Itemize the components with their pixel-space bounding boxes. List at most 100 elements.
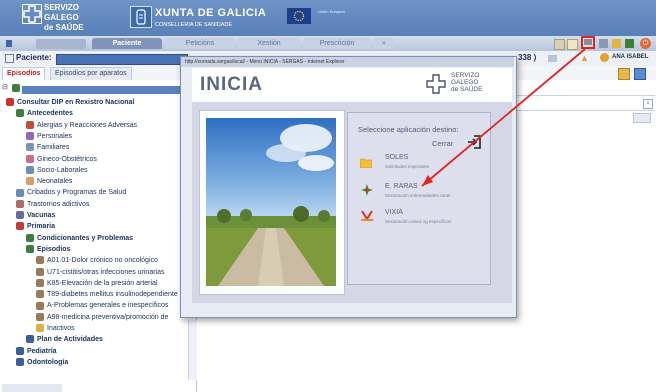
- xunta-shield-icon: [130, 6, 152, 28]
- dialog-logo-line1: SERVIZO: [451, 72, 480, 79]
- export-icon[interactable]: [634, 68, 646, 80]
- tree-item-label: Personales: [37, 132, 73, 140]
- tree-item[interactable]: Personales: [26, 131, 72, 142]
- tree-item-icon: [26, 233, 34, 242]
- tree-item[interactable]: Antecedentes: [16, 108, 73, 119]
- tree-item[interactable]: Alergias y Reacciones Adversas: [26, 120, 137, 131]
- tree-item-label: Condicionantes y Problemas: [37, 234, 134, 242]
- star-icon[interactable]: [612, 39, 621, 48]
- tree-item[interactable]: Socio-Laborales: [26, 165, 88, 176]
- tree-item-icon: [36, 267, 44, 276]
- nav-home-icon[interactable]: [6, 40, 12, 47]
- cerrar-link[interactable]: Cerrar: [432, 139, 453, 148]
- tree-item[interactable]: Episodios: [26, 244, 70, 255]
- tree-item[interactable]: Gineco-Obstétricos: [26, 154, 97, 165]
- app-vixia[interactable]: VIXIA: [385, 209, 403, 216]
- print-icon[interactable]: [618, 68, 630, 80]
- tree-item-icon: [36, 312, 44, 321]
- tree-item-icon: [36, 290, 44, 299]
- folder-icon[interactable]: [554, 39, 565, 50]
- warning-icon[interactable]: ▲: [580, 53, 589, 63]
- tree-item-label: Vacunas: [27, 212, 56, 219]
- tab-paciente[interactable]: Paciente: [92, 38, 162, 49]
- tree-item[interactable]: Condicionantes y Problemas: [26, 233, 133, 244]
- tree-item-label: Trastornos adictivos: [27, 200, 90, 208]
- tree-item-icon: [16, 109, 24, 118]
- tab-xestion[interactable]: Xestión: [238, 38, 300, 49]
- dialog-titlebar: http://xornada.sergas/local/ - Menú INIC…: [181, 57, 514, 67]
- app-soles-desc: Solicitudes especiales: [385, 164, 430, 169]
- tree-item-icon: [16, 188, 24, 197]
- app-soles[interactable]: SOLES: [385, 154, 408, 161]
- tree-item-label: Familiares: [37, 144, 70, 152]
- tree-item[interactable]: Familiares: [26, 142, 69, 153]
- tree-item[interactable]: Cribados y Programas de Salud: [16, 187, 126, 198]
- app-e-raras[interactable]: E. RARAS: [385, 183, 418, 190]
- user-avatar: [600, 53, 609, 62]
- tree-item-icon: [26, 165, 34, 174]
- tab-episodios[interactable]: Episodios: [2, 67, 46, 80]
- tab-episodios-por-aparatos[interactable]: Episodios por aparatos: [50, 67, 132, 80]
- servizo-line1: SERVIZO: [44, 3, 79, 12]
- servizo-line3: de SAÚDE: [44, 23, 84, 32]
- patient-name-field[interactable]: [56, 54, 188, 65]
- tree-item-icon: [26, 335, 34, 344]
- tree-item-label: A01.01-Dolor crónico no oncológico: [47, 257, 158, 265]
- tree-item-icon: [6, 98, 14, 107]
- tree-item[interactable]: Odontología: [16, 357, 68, 368]
- landscape-photo: [206, 118, 336, 286]
- tree-item[interactable]: K85-Elevación de la presión arterial: [36, 278, 158, 289]
- tab-peticions[interactable]: Peticións: [165, 38, 235, 49]
- tree-item-icon: [16, 199, 24, 208]
- tree-item[interactable]: A01.01-Dolor crónico no oncológico: [36, 255, 158, 266]
- tree-item[interactable]: A98-medicina preventiva/promoción de: [36, 312, 168, 323]
- tree-scrollbar[interactable]: [188, 320, 197, 380]
- tab-prescricion[interactable]: Prescrición: [303, 38, 371, 49]
- tree-item[interactable]: Neonatales: [26, 176, 72, 187]
- tree-item[interactable]: Trastornos adictivos: [16, 199, 89, 210]
- panel-resize-icon[interactable]: [633, 113, 651, 123]
- eraras-star-icon[interactable]: [361, 184, 373, 196]
- tree-item[interactable]: U71-cistitis/otras infecciones urinarias: [36, 267, 165, 278]
- soles-folder-icon[interactable]: [359, 157, 373, 169]
- tree-item-label: A98-medicina preventiva/promoción de: [47, 313, 169, 321]
- tree-item[interactable]: Pediatría: [16, 346, 57, 357]
- tree-item[interactable]: Primaria: [16, 221, 55, 232]
- patient-card-icon[interactable]: [548, 55, 557, 62]
- inicia-launcher-button[interactable]: [581, 36, 595, 49]
- document-icon[interactable]: [567, 39, 578, 50]
- tree-item[interactable]: Consultar DIP en Rexistro Nacional: [6, 97, 134, 108]
- dialog-logo-text: SERVIZO GALEGO de SAÚDE: [451, 72, 482, 93]
- settings-icon[interactable]: [599, 39, 608, 48]
- tree-root-patient[interactable]: [22, 86, 182, 94]
- tree-item[interactable]: T89-diabetes mellitus insulinodependient…: [36, 289, 178, 300]
- servizo-brand: SERVIZO GALEGO de SAÚDE: [44, 3, 84, 33]
- tree-item-label: Neonatales: [37, 178, 73, 186]
- tree-item[interactable]: Inactivos: [36, 323, 75, 334]
- servizo-logo-icon: [22, 4, 42, 24]
- bottom-nav-left[interactable]: [2, 384, 62, 392]
- patient-id-suffix: 338 ): [518, 53, 537, 62]
- tree-item-label: Antecedentes: [27, 110, 73, 118]
- power-icon[interactable]: ⏻: [640, 38, 651, 49]
- patient-checkbox[interactable]: [5, 54, 14, 63]
- tree-item-icon: [36, 278, 44, 287]
- tree-item-label: Inactivos: [47, 325, 75, 332]
- tree-item[interactable]: Vacunas: [16, 210, 55, 221]
- tree-item[interactable]: A-Problemas generales e inespecíficos: [36, 300, 168, 311]
- dialog-logo-line2: GALEGO: [451, 79, 479, 86]
- tab-more[interactable]: »: [374, 38, 394, 49]
- tree-item-label: T89-diabetes mellitus insulinodependient…: [47, 291, 178, 299]
- exit-door-icon[interactable]: [466, 134, 482, 150]
- tree-root-toggle[interactable]: ⊟: [2, 83, 8, 91]
- tree-item-icon: [16, 346, 24, 355]
- top-banner: [0, 0, 656, 36]
- tree-item[interactable]: Plan de Actividades: [26, 334, 103, 345]
- vixia-logo-icon[interactable]: [360, 209, 374, 222]
- servizo-line2: GALEGO: [44, 13, 79, 22]
- close-icon[interactable]: ×: [643, 99, 653, 109]
- nav-back-forward[interactable]: [36, 39, 86, 49]
- tree-item-label: Cribados y Programas de Salud: [27, 189, 127, 197]
- user-icon[interactable]: [625, 39, 634, 48]
- tree-item-icon: [36, 324, 44, 333]
